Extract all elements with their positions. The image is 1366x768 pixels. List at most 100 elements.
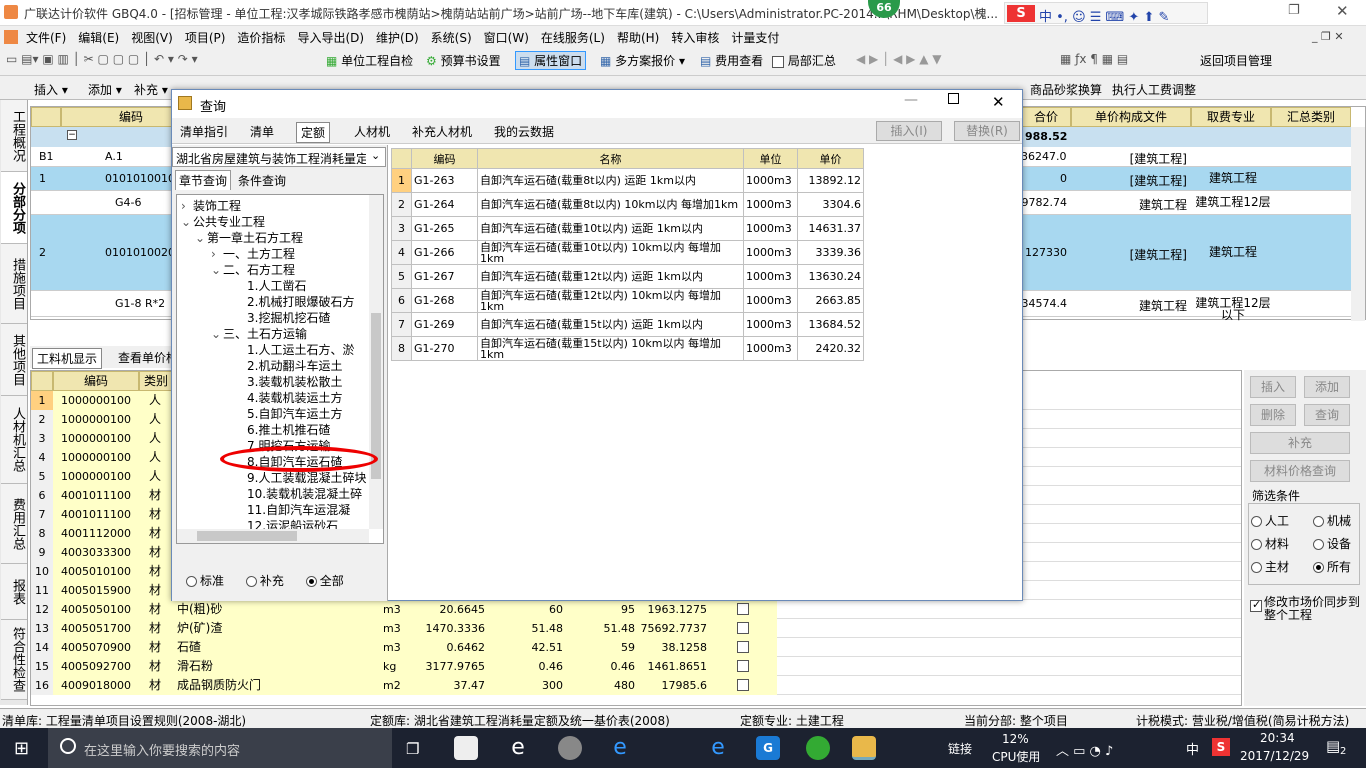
menu-item-8[interactable]: 窗口(W) bbox=[478, 26, 535, 49]
subtab-condition[interactable]: 条件查询 bbox=[235, 171, 289, 190]
menu-item-5[interactable]: 导入导出(D) bbox=[291, 26, 370, 49]
tree-node[interactable]: 5.自卸汽车运土方 bbox=[235, 405, 342, 422]
tab-compliance[interactable]: 符合性检查 bbox=[1, 620, 27, 700]
radio-labor[interactable]: 人工 bbox=[1251, 512, 1289, 529]
partial-sum-checkbox[interactable]: 局部汇总 bbox=[772, 52, 836, 69]
tab-list-guide[interactable]: 清单指引 bbox=[176, 122, 232, 141]
tab-measures[interactable]: 措施项目 bbox=[1, 244, 27, 324]
ime-toolbar[interactable]: S 中 •, ☺ ☰ ⌨ ✦ ⬆ ✎ bbox=[1004, 2, 1208, 25]
chevron-icon[interactable]: ⌄ bbox=[195, 231, 207, 245]
windows-start-icon[interactable]: ⊞ bbox=[14, 738, 29, 759]
menu-item-3[interactable]: 项目(P) bbox=[179, 26, 232, 49]
maximize-icon[interactable] bbox=[948, 93, 959, 104]
panel-insert-button[interactable]: 插入 bbox=[1250, 376, 1296, 398]
tab-sections[interactable]: 分部分项 bbox=[1, 172, 27, 244]
panel-query-button[interactable]: 查询 bbox=[1304, 404, 1350, 426]
result-row[interactable]: 2 G1-264 自卸汽车运石碴(载重8t以内) 10km以内 每增加1km 1… bbox=[391, 192, 864, 217]
gbq-app-icon[interactable] bbox=[852, 736, 876, 760]
tree-node[interactable]: › 一、土方工程 bbox=[211, 245, 295, 262]
resource-row[interactable]: 13 4005051700 材炉(矿)渣 m3 1470.3336 51.48 … bbox=[31, 619, 1241, 638]
resource-row[interactable]: 12 4005050100 材中(粗)砂 m3 20.6645 60 95 19… bbox=[31, 600, 1241, 619]
row-checkbox[interactable] bbox=[737, 679, 749, 691]
tab-cloud-data[interactable]: 我的云数据 bbox=[490, 122, 558, 141]
result-row[interactable]: 5 G1-267 自卸汽车运石碴(载重12t以内) 运距 1km以内 1000m… bbox=[391, 264, 864, 289]
tree-node[interactable]: 10.装载机装混凝土碎 bbox=[235, 485, 362, 502]
tab-reports[interactable]: 报表 bbox=[1, 564, 27, 620]
multi-quote-button[interactable]: ▦ 多方案报价 ▾ bbox=[600, 52, 685, 69]
ime-indicator[interactable]: 中 bbox=[1186, 739, 1199, 758]
tree-node[interactable]: ⌄ 二、石方工程 bbox=[211, 261, 295, 278]
tree-hscroll[interactable] bbox=[177, 529, 369, 543]
menu-item-12[interactable]: 计量支付 bbox=[725, 26, 785, 49]
self-check-button[interactable]: ▦ 单位工程自检 bbox=[326, 52, 413, 69]
notification-icon[interactable]: ▤ bbox=[1326, 737, 1340, 755]
subtab-chapter[interactable]: 章节查询 bbox=[175, 170, 232, 190]
toolbar-icons-right[interactable]: ▦ ƒx ¶ ▦ ▤ bbox=[1060, 52, 1128, 66]
sync-checkbox[interactable]: ✓ bbox=[1250, 598, 1262, 612]
result-row[interactable]: 3 G1-265 自卸汽车运石碴(载重10t以内) 运距 1km以内 1000m… bbox=[391, 216, 864, 241]
nav-arrows[interactable]: ◀ ▶ │ ◀ ▶ ▲ ▼ bbox=[856, 52, 941, 66]
mdi-controls[interactable]: _ ❐ ✕ bbox=[1312, 30, 1344, 43]
insert-button[interactable]: 插入 ▾ bbox=[34, 81, 68, 98]
menu-item-9[interactable]: 在线服务(L) bbox=[535, 26, 611, 49]
ie2-icon[interactable]: e bbox=[706, 736, 730, 760]
library-select[interactable]: 湖北省房屋建筑与装饰工程消耗量定 ⌄ bbox=[172, 147, 386, 167]
menu-item-11[interactable]: 转入审核 bbox=[665, 26, 725, 49]
restore-icon[interactable]: ❐ bbox=[1288, 3, 1300, 18]
tab-quota[interactable]: 定额 bbox=[296, 122, 331, 143]
tree-node[interactable]: 6.推土机推石碴 bbox=[235, 421, 330, 438]
row-checkbox[interactable] bbox=[737, 660, 749, 672]
tree-node[interactable]: 4.装载机装运土方 bbox=[235, 389, 342, 406]
radio-all[interactable]: 所有 bbox=[1313, 558, 1351, 575]
radio-material[interactable]: 材料 bbox=[1251, 535, 1289, 552]
tree-node[interactable]: 3.装载机装松散土 bbox=[235, 373, 342, 390]
tab-resource-summary[interactable]: 人材机汇总 bbox=[1, 396, 27, 484]
tree-vscroll[interactable] bbox=[369, 195, 383, 529]
tab-other[interactable]: 其他项目 bbox=[1, 324, 27, 396]
panel-delete-button[interactable]: 删除 bbox=[1250, 404, 1296, 426]
col-category-header[interactable]: 汇总类别 bbox=[1271, 107, 1351, 127]
sogou-icon[interactable]: S bbox=[1007, 5, 1035, 22]
radio-standard[interactable]: 标准 bbox=[186, 574, 224, 588]
panel-supplement-button[interactable]: 补充 bbox=[1250, 432, 1350, 454]
tab-labor-display[interactable]: 工料机显示 bbox=[32, 348, 103, 369]
sogou-tray-icon[interactable]: S bbox=[1212, 738, 1230, 756]
result-row[interactable]: 6 G1-268 自卸汽车运石碴(载重12t以内) 10km以内 每增加1km … bbox=[391, 288, 864, 313]
chevron-icon[interactable]: ⌄ bbox=[181, 215, 193, 229]
tab-view-unit[interactable]: 查看单价构 bbox=[118, 349, 178, 366]
mix-conversion-button[interactable]: 商品砂浆换算 bbox=[1030, 81, 1102, 98]
tree-node[interactable]: ⌄ 公共专业工程 bbox=[181, 213, 265, 230]
link-label[interactable]: 链接 bbox=[948, 740, 972, 757]
col-major-header[interactable]: 取费专业 bbox=[1191, 107, 1271, 127]
resource-row[interactable]: 16 4009018000 材成品钢质防火门 m2 37.47 300 480 … bbox=[31, 676, 1241, 695]
col-res-type-header[interactable]: 类别 bbox=[139, 371, 173, 391]
col-file-header[interactable]: 单价构成文件 bbox=[1071, 107, 1191, 127]
tab-supplement-resources[interactable]: 补充人材机 bbox=[408, 122, 476, 141]
ime-lang[interactable]: 中 •, ☺ ☰ ⌨ ✦ ⬆ ✎ bbox=[1039, 6, 1169, 25]
menu-item-1[interactable]: 编辑(E) bbox=[72, 26, 125, 49]
chevron-icon[interactable]: ⌄ bbox=[211, 327, 223, 341]
menu-item-7[interactable]: 系统(S) bbox=[425, 26, 478, 49]
tab-resources[interactable]: 人材机 bbox=[350, 122, 394, 141]
add-button[interactable]: 添加 ▾ bbox=[88, 81, 122, 98]
labor-adjust-button[interactable]: 执行人工费调整 bbox=[1112, 81, 1196, 98]
menu-item-2[interactable]: 视图(V) bbox=[125, 26, 179, 49]
result-row[interactable]: 7 G1-269 自卸汽车运石碴(载重15t以内) 运距 1km以内 1000m… bbox=[391, 312, 864, 337]
glodon-g-icon[interactable]: G bbox=[756, 736, 780, 760]
col-res-code-header[interactable]: 编码 bbox=[53, 371, 139, 391]
result-row[interactable]: 1 G1-263 自卸汽车运石碴(载重8t以内) 运距 1km以内 1000m3… bbox=[391, 168, 864, 193]
minimize-icon[interactable]: — bbox=[904, 92, 918, 108]
result-row[interactable]: 4 G1-266 自卸汽车运石碴(载重10t以内) 10km以内 每增加1km … bbox=[391, 240, 864, 265]
menu-item-4[interactable]: 造价指标 bbox=[231, 26, 291, 49]
chevron-icon[interactable]: › bbox=[211, 247, 223, 261]
insert-button-dialog[interactable]: 插入(I) bbox=[876, 121, 942, 141]
tree-node[interactable]: 3.挖掘机挖石碴 bbox=[235, 309, 330, 326]
col-total-header[interactable]: 合价 bbox=[1021, 107, 1071, 127]
edge-icon[interactable]: e bbox=[608, 736, 632, 760]
col-code[interactable]: 编码 bbox=[411, 148, 478, 169]
menu-item-0[interactable]: 文件(F) bbox=[20, 26, 72, 49]
row-checkbox[interactable] bbox=[737, 641, 749, 653]
result-row[interactable]: 8 G1-270 自卸汽车运石碴(载重15t以内) 10km以内 每增加1km … bbox=[391, 336, 864, 361]
close-icon[interactable]: ✕ bbox=[1336, 2, 1349, 20]
tree-node[interactable]: › 装饰工程 bbox=[181, 197, 241, 214]
